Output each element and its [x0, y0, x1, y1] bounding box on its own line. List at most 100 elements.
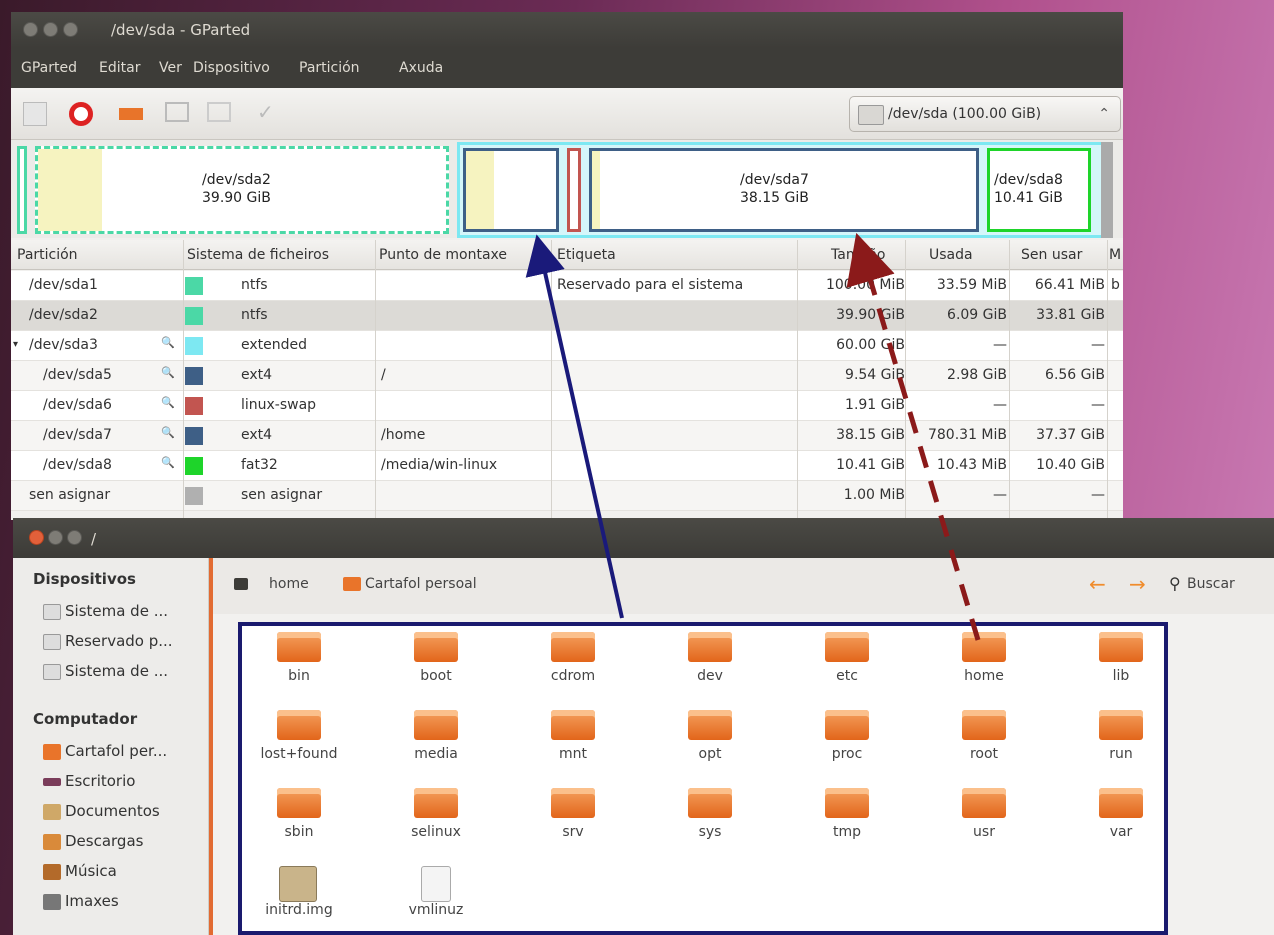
file-item[interactable]: selinux — [381, 788, 491, 860]
menu-edit[interactable]: Editar — [99, 60, 140, 76]
diskmap-sda7[interactable]: /dev/sda7 38.15 GiB — [589, 148, 979, 232]
menu-partition[interactable]: Partición — [299, 60, 360, 76]
folder-icon — [962, 710, 1006, 740]
sidebar-item-device-1[interactable]: Sistema de ... — [43, 602, 168, 620]
sidebar-item-documents[interactable]: Documentos — [43, 802, 160, 820]
column-divider — [1107, 240, 1108, 520]
file-item[interactable]: lost+found — [244, 710, 354, 782]
home-folder-icon — [343, 577, 361, 591]
search-icon[interactable]: ⚲ — [1169, 574, 1181, 593]
file-item[interactable]: run — [1066, 710, 1176, 782]
file-item[interactable]: sys — [655, 788, 765, 860]
menu-help[interactable]: Axuda — [399, 60, 443, 76]
menu-view[interactable]: Ver — [159, 60, 182, 76]
file-item[interactable]: vmlinuz — [381, 866, 491, 935]
file-item[interactable]: proc — [792, 710, 902, 782]
file-item[interactable]: root — [929, 710, 1039, 782]
menu-device[interactable]: Dispositivo — [193, 60, 270, 76]
file-item[interactable]: cdrom — [518, 632, 628, 704]
file-name: root — [969, 746, 999, 762]
device-selector[interactable]: /dev/sda (100.00 GiB) ⌃ — [849, 96, 1121, 132]
table-row[interactable]: /dev/sda5 🔍 ext4 / 9.54 GiB 2.98 GiB 6.56 GiB — [11, 361, 1123, 391]
table-row[interactable]: /dev/sda1 ntfs Reservado para el sistema 10… — [11, 271, 1123, 301]
maximize-window-button[interactable] — [67, 530, 82, 545]
cell-size: 1.91 GiB — [845, 397, 905, 413]
col-filesystem[interactable]: Sistema de ficheiros — [187, 247, 329, 263]
cell-size: 39.90 GiB — [836, 307, 905, 323]
close-window-button[interactable] — [29, 530, 44, 545]
cell-unused: — — [1091, 337, 1105, 353]
file-item[interactable]: srv — [518, 788, 628, 860]
file-name: var — [1109, 824, 1133, 840]
cell-unused: 6.56 GiB — [1045, 367, 1105, 383]
file-item[interactable]: tmp — [792, 788, 902, 860]
new-partition-icon[interactable] — [23, 102, 47, 126]
minimize-window-button[interactable] — [48, 530, 63, 545]
apply-icon[interactable]: ✓ — [257, 100, 281, 124]
file-name: run — [1109, 746, 1133, 762]
file-item[interactable]: home — [929, 632, 1039, 704]
sidebar-item-downloads[interactable]: Descargas — [43, 832, 143, 850]
table-row[interactable]: /dev/sda6 🔍 linux-swap 1.91 GiB — — — [11, 391, 1123, 421]
sidebar-item-pictures[interactable]: Imaxes — [43, 892, 119, 910]
binary-file-icon — [421, 866, 451, 902]
minimize-window-button[interactable] — [43, 22, 58, 37]
sidebar-item-home[interactable]: Cartafol per... — [43, 742, 167, 760]
col-size[interactable]: Tamaño — [831, 247, 885, 263]
maximize-window-button[interactable] — [63, 22, 78, 37]
folder-icon — [825, 710, 869, 740]
sidebar-item-desktop[interactable]: Escritorio — [43, 772, 135, 790]
col-flags[interactable]: M — [1109, 247, 1121, 263]
diskmap-sda6[interactable] — [567, 148, 581, 232]
col-mountpoint[interactable]: Punto de montaxe — [379, 247, 507, 263]
file-item[interactable]: var — [1066, 788, 1176, 860]
file-item[interactable]: boot — [381, 632, 491, 704]
diskmap-sda2[interactable]: /dev/sda2 39.90 GiB — [35, 146, 449, 234]
table-row[interactable]: /dev/sda8 🔍 fat32/media/win-linux 10.41 GiB… — [11, 451, 1123, 481]
file-name: lib — [1112, 668, 1130, 684]
table-row[interactable]: /dev/sda7 🔍 ext4/home 38.15 GiB 780.31 MiB 37… — [11, 421, 1123, 451]
music-icon — [43, 863, 61, 880]
sidebar-item-device-3[interactable]: Sistema de ... — [43, 662, 168, 680]
breadcrumb-cartafol-persoal[interactable]: Cartafol persoal — [365, 576, 477, 592]
expander-icon[interactable]: ▾ — [13, 339, 18, 350]
cell-partition: sen asignar — [29, 487, 111, 503]
file-item[interactable]: mnt — [518, 710, 628, 782]
file-item[interactable]: sbin — [244, 788, 354, 860]
file-item[interactable]: bin — [244, 632, 354, 704]
col-used[interactable]: Usada — [929, 247, 973, 263]
copy-icon[interactable] — [165, 102, 189, 122]
breadcrumb-home[interactable]: home — [269, 576, 309, 592]
forward-arrow-icon[interactable]: → — [1129, 572, 1146, 596]
col-label[interactable]: Etiqueta — [557, 247, 616, 263]
col-unused[interactable]: Sen usar — [1021, 247, 1082, 263]
table-row[interactable]: /dev/sda2 ntfs 39.90 GiB 6.09 GiB 33.81 GiB — [11, 301, 1123, 331]
diskmap-unallocated[interactable] — [1101, 142, 1113, 238]
file-item[interactable]: media — [381, 710, 491, 782]
table-row[interactable]: ▾ /dev/sda3 🔍 extended 60.00 GiB — — — [11, 331, 1123, 361]
delete-icon[interactable] — [69, 102, 93, 126]
file-item[interactable]: opt — [655, 710, 765, 782]
sidebar-item-music[interactable]: Música — [43, 862, 117, 880]
file-item[interactable]: initrd.img — [244, 866, 354, 935]
folder-icon — [277, 788, 321, 818]
resize-move-icon[interactable] — [119, 108, 143, 120]
file-item[interactable]: dev — [655, 632, 765, 704]
diskmap-sda8[interactable]: /dev/sda8 10.41 GiB — [987, 148, 1091, 232]
cell-unused: 33.81 GiB — [1036, 307, 1105, 323]
file-item[interactable]: lib — [1066, 632, 1176, 704]
paste-icon[interactable] — [207, 102, 231, 122]
file-item[interactable]: etc — [792, 632, 902, 704]
harddisk-icon — [43, 633, 61, 650]
close-window-button[interactable] — [23, 22, 38, 37]
diskmap-sda1[interactable] — [17, 146, 27, 234]
back-arrow-icon[interactable]: ← — [1089, 572, 1106, 596]
menu-gparted[interactable]: GParted — [21, 60, 77, 76]
file-item[interactable]: usr — [929, 788, 1039, 860]
table-row[interactable]: sen asignar sen asignar 1.00 MiB — — — [11, 481, 1123, 511]
diskmap-sda5[interactable] — [463, 148, 559, 232]
sidebar-item-device-2[interactable]: Reservado p... — [43, 632, 173, 650]
col-partition[interactable]: Partición — [17, 247, 78, 263]
folder-icon — [962, 788, 1006, 818]
search-button[interactable]: Buscar — [1187, 576, 1235, 592]
